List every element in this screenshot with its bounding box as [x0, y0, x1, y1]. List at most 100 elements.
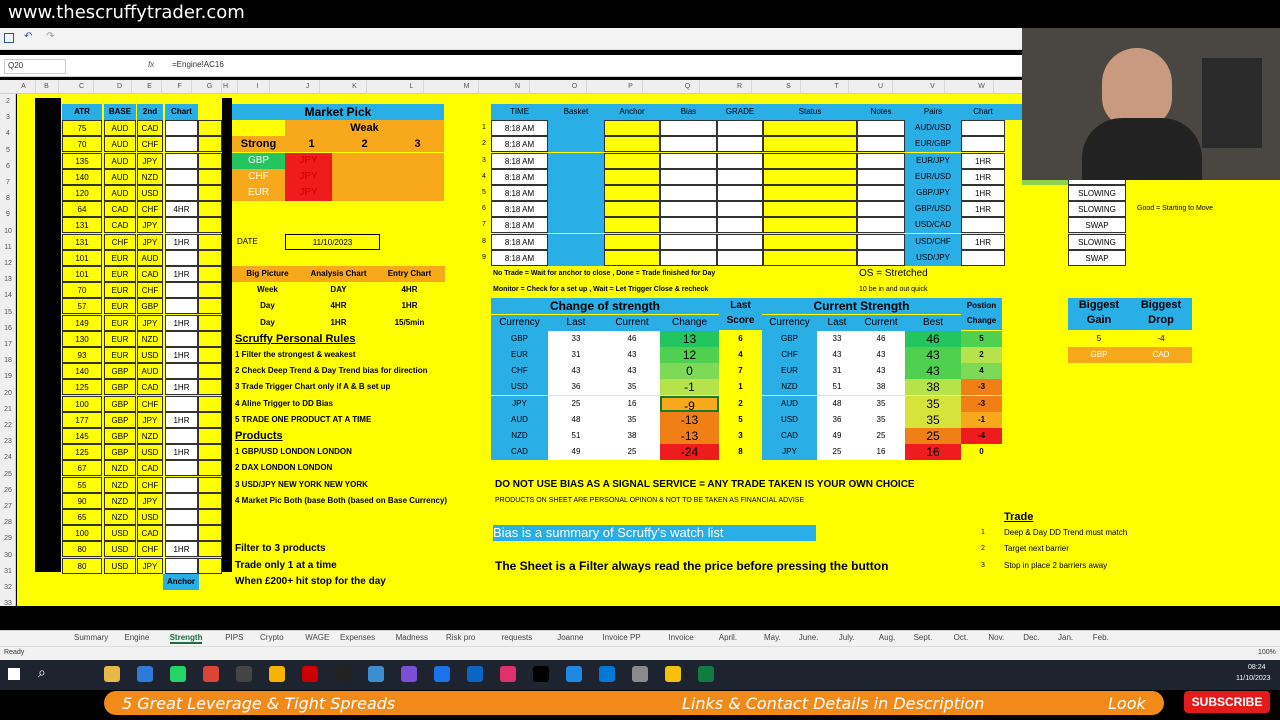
name-box[interactable]: Q20 — [4, 59, 66, 74]
whatsapp-icon[interactable] — [170, 666, 186, 682]
column-header[interactable]: J — [296, 80, 320, 94]
row-header[interactable]: 18 — [0, 357, 16, 364]
pair-cell[interactable]: JPY — [137, 557, 163, 574]
row-header[interactable]: 10 — [0, 228, 16, 235]
pair-cell[interactable]: 80 — [62, 541, 102, 558]
row-header[interactable]: 19 — [0, 373, 16, 380]
pair-cell[interactable]: CHF — [104, 233, 136, 250]
bias-cell[interactable] — [660, 249, 717, 266]
row-header[interactable]: 26 — [0, 487, 16, 494]
column-header[interactable]: V — [921, 80, 945, 94]
row-header[interactable]: 8 — [0, 195, 16, 202]
sheet-tab[interactable]: Nov. — [988, 633, 1004, 642]
pair-cell[interactable]: EUR — [104, 266, 136, 282]
pair-cell[interactable]: EUR — [104, 249, 136, 266]
pair-cell[interactable] — [165, 460, 198, 477]
basket-cell[interactable] — [548, 233, 604, 250]
pair-cell[interactable]: CHF — [137, 476, 163, 493]
pair-cell[interactable] — [165, 363, 198, 380]
pair-cell[interactable]: USD — [137, 185, 163, 201]
status-cell[interactable] — [763, 185, 857, 201]
pair-cell[interactable]: CHF — [137, 541, 163, 558]
sheet-tab[interactable]: Sept. — [914, 633, 933, 642]
pair-cell[interactable]: 1HR — [165, 411, 198, 428]
notes-cell[interactable] — [857, 168, 905, 185]
pair-name[interactable]: EUR/GBP — [905, 136, 961, 153]
grade-cell[interactable] — [717, 185, 763, 201]
row-header[interactable]: 7 — [0, 179, 16, 186]
chart-tf[interactable]: 1HR — [961, 233, 1005, 250]
column-header[interactable]: W — [970, 80, 994, 94]
pair-cell[interactable]: 1HR — [165, 266, 198, 282]
pair-cell[interactable]: NZD — [137, 168, 163, 185]
pair-cell[interactable]: 93 — [62, 347, 102, 363]
watch-time[interactable]: 8:18 AM — [491, 217, 548, 234]
pair-cell[interactable]: 55 — [62, 476, 102, 493]
pair-cell[interactable]: 1HR — [165, 444, 198, 461]
column-header[interactable]: P — [619, 80, 643, 94]
row-header[interactable]: 5 — [0, 147, 16, 154]
row-header[interactable]: 20 — [0, 390, 16, 397]
pair-cell[interactable]: NZD — [137, 428, 163, 444]
column-header[interactable]: Q — [676, 80, 700, 94]
edge-icon[interactable] — [137, 666, 153, 682]
pair-cell[interactable]: CAD — [104, 201, 136, 218]
pair-cell[interactable]: AUD — [104, 136, 136, 153]
notes-cell[interactable] — [857, 233, 905, 250]
pair-cell[interactable]: GBP — [104, 379, 136, 396]
row-header[interactable]: 15 — [0, 309, 16, 316]
row-header[interactable]: 4 — [0, 130, 16, 137]
bias-cell[interactable] — [660, 120, 717, 137]
cos-change[interactable]: -1 — [660, 379, 719, 396]
sheet-tab[interactable]: July. — [839, 633, 855, 642]
pair-name[interactable]: AUD/USD — [905, 120, 961, 137]
pair-cell[interactable]: USD — [104, 541, 136, 558]
pair-cell[interactable] — [165, 249, 198, 266]
trend-state[interactable]: SWAP — [1068, 217, 1126, 234]
bias-cell[interactable] — [660, 233, 717, 250]
row-header[interactable]: 12 — [0, 260, 16, 267]
watch-time[interactable]: 8:18 AM — [491, 120, 548, 137]
sheet-tab[interactable]: Invoice PP — [602, 633, 640, 642]
trend-state[interactable]: SWAP — [1068, 249, 1126, 266]
row-header[interactable]: 13 — [0, 276, 16, 283]
pair-cell[interactable] — [165, 217, 198, 234]
chart-tf[interactable] — [961, 136, 1005, 153]
cos-change[interactable]: 12 — [660, 347, 719, 363]
app-icon[interactable] — [368, 666, 384, 682]
trend-state[interactable]: SLOWING — [1068, 185, 1126, 201]
cos-change[interactable]: 0 — [660, 363, 719, 380]
column-header[interactable]: F — [168, 80, 192, 94]
row-header[interactable]: 27 — [0, 503, 16, 510]
notes-cell[interactable] — [857, 136, 905, 153]
pair-cell[interactable]: CAD — [137, 525, 163, 542]
column-header[interactable]: T — [825, 80, 849, 94]
pair-cell[interactable]: CHF — [137, 395, 163, 412]
row-header[interactable]: 9 — [0, 211, 16, 218]
notes-cell[interactable] — [857, 217, 905, 234]
watch-time[interactable]: 8:18 AM — [491, 185, 548, 201]
pair-cell[interactable]: 90 — [62, 492, 102, 509]
sheet-tab[interactable]: April. — [719, 633, 737, 642]
anchor-watch-cell[interactable] — [604, 152, 660, 169]
sheet-tab[interactable]: requests — [502, 633, 533, 642]
app-icon[interactable] — [236, 666, 252, 682]
pair-cell[interactable]: 70 — [62, 282, 102, 299]
column-header[interactable]: H — [214, 80, 238, 94]
sheet-tab[interactable]: Jan. — [1058, 633, 1073, 642]
basket-cell[interactable] — [548, 185, 604, 201]
watch-time[interactable]: 8:18 AM — [491, 168, 548, 185]
anchor-watch-cell[interactable] — [604, 249, 660, 266]
pair-cell[interactable]: USD — [104, 557, 136, 574]
pair-cell[interactable]: 125 — [62, 379, 102, 396]
column-header[interactable]: L — [400, 80, 424, 94]
row-header[interactable]: 17 — [0, 341, 16, 348]
column-header[interactable]: R — [728, 80, 752, 94]
pair-cell[interactable]: EUR — [104, 314, 136, 331]
pair-cell[interactable]: GBP — [104, 428, 136, 444]
pair-cell[interactable]: 64 — [62, 201, 102, 218]
status-cell[interactable] — [763, 168, 857, 185]
sheet-tab[interactable]: Crypto — [260, 633, 284, 642]
sheet-tab[interactable]: Engine — [124, 633, 149, 642]
grade-cell[interactable] — [717, 233, 763, 250]
